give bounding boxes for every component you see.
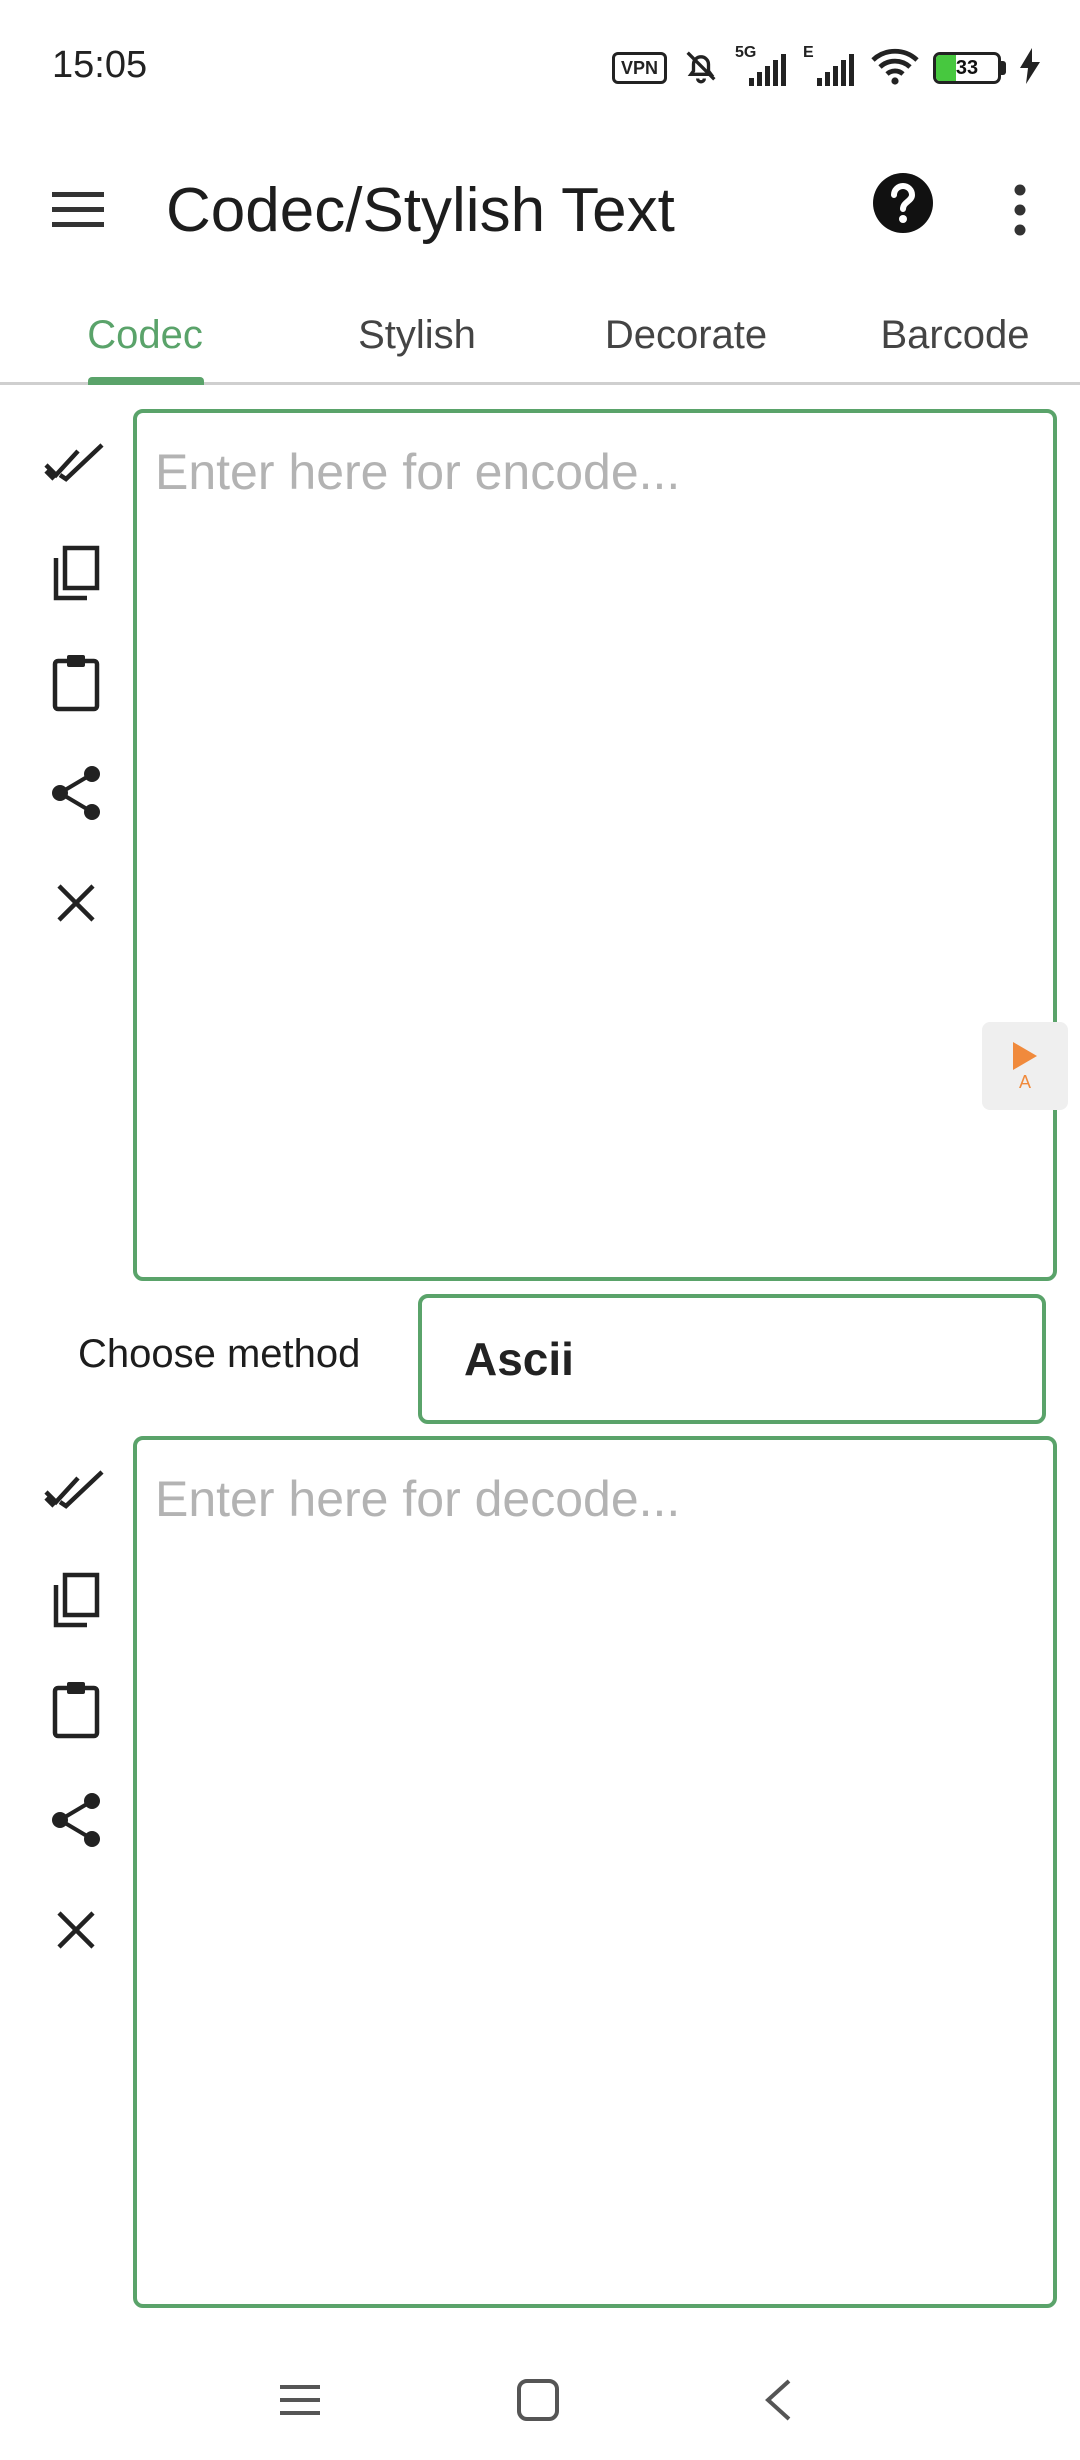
tab-codec[interactable]: Codec: [30, 285, 260, 385]
battery-group: 33: [933, 52, 1006, 84]
page-title: Codec/Stylish Text: [166, 176, 675, 245]
hamburger-menu-icon[interactable]: [40, 172, 116, 248]
method-select[interactable]: Ascii: [418, 1294, 1046, 1424]
copy-icon[interactable]: [36, 1560, 116, 1640]
battery-cap: [1001, 61, 1006, 75]
select-all-icon[interactable]: [36, 1450, 116, 1530]
encode-input[interactable]: [137, 413, 1053, 1277]
help-icon[interactable]: [870, 170, 936, 236]
wifi-icon: [871, 46, 919, 91]
decode-input[interactable]: [137, 1440, 1053, 2304]
encode-box: [133, 409, 1057, 1281]
battery-icon: 33: [933, 52, 1001, 84]
system-nav-bar: [0, 2340, 1080, 2460]
select-all-icon[interactable]: [36, 423, 116, 503]
clear-icon[interactable]: [36, 1890, 116, 1970]
signal-5g-icon: 5G: [735, 44, 789, 88]
decode-box: [133, 1436, 1057, 2308]
float-tab-letter: A: [1018, 1072, 1031, 1092]
tab-barcode[interactable]: Barcode: [860, 285, 1050, 385]
share-icon[interactable]: [36, 1780, 116, 1860]
mute-bell-icon: [681, 46, 721, 91]
tab-bar: Codec Stylish Decorate Barcode: [0, 285, 1080, 385]
status-bar: 15:05 VPN 5G E 33: [0, 0, 1080, 135]
method-label: Choose method: [78, 1332, 361, 1376]
recents-menu-icon[interactable]: [260, 2360, 340, 2440]
play-icon: [1013, 1042, 1037, 1070]
signal-e-icon: E: [803, 44, 857, 88]
battery-level: 33: [955, 57, 979, 79]
back-icon[interactable]: [738, 2360, 818, 2440]
tab-stylish[interactable]: Stylish: [300, 285, 534, 385]
tab-decorate[interactable]: Decorate: [576, 285, 796, 385]
share-icon[interactable]: [36, 753, 116, 833]
charging-bolt-icon: [1020, 47, 1040, 89]
paste-icon[interactable]: [36, 643, 116, 723]
more-vertical-icon[interactable]: [990, 170, 1050, 250]
paste-icon[interactable]: [36, 1670, 116, 1750]
home-icon[interactable]: [498, 2360, 578, 2440]
tab-indicator: [88, 377, 204, 385]
app-bar: Codec/Stylish Text: [0, 135, 1080, 285]
floating-side-tab[interactable]: A: [982, 1022, 1068, 1110]
status-icons: VPN 5G E 33: [611, 44, 1040, 91]
copy-icon[interactable]: [36, 533, 116, 613]
vpn-icon: VPN: [611, 52, 667, 84]
status-time: 15:05: [52, 44, 148, 86]
clear-icon[interactable]: [36, 863, 116, 943]
